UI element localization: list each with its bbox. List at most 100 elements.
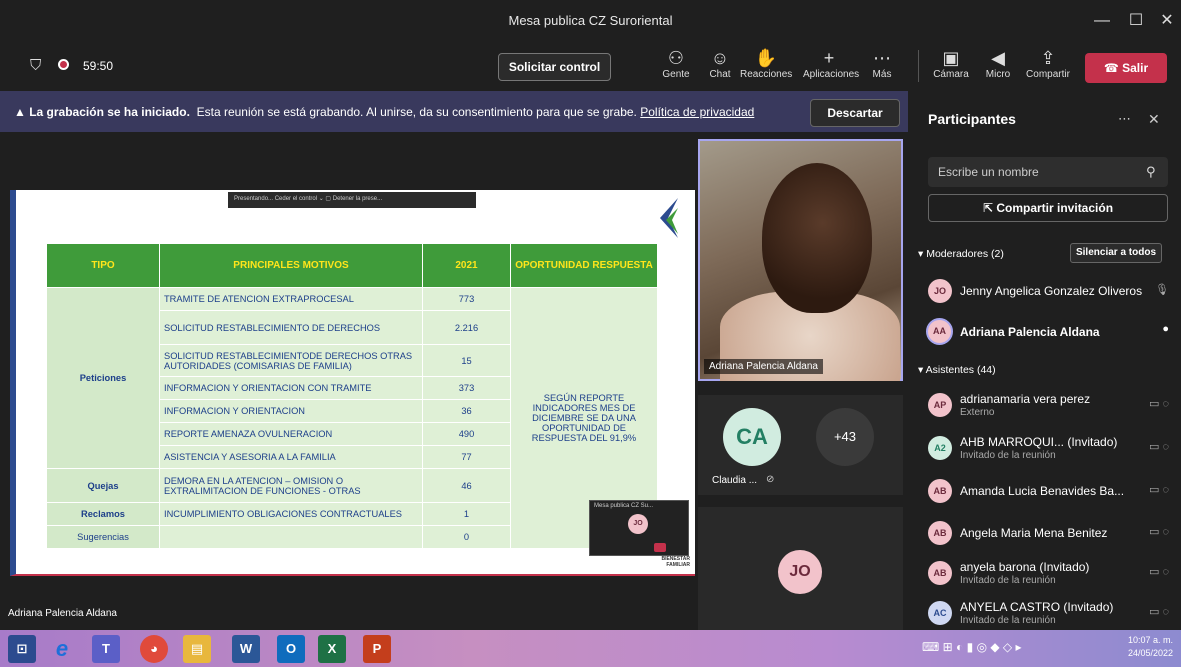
share-button[interactable]: ⇪ Compartir: [1022, 47, 1074, 87]
value-cell: 373: [422, 376, 511, 400]
participant-row[interactable]: AC ANYELA CASTRO (Invitado) Invitado de …: [925, 596, 1175, 628]
value-cell: 36: [422, 399, 511, 423]
chrome-icon[interactable]: ◕: [140, 635, 168, 663]
panel-close-icon[interactable]: ✕: [1148, 111, 1160, 128]
outlook-icon[interactable]: O: [277, 635, 305, 663]
mic-off-icon: 🎙: [1155, 284, 1169, 296]
header-2021: 2021: [422, 243, 511, 288]
excel-icon[interactable]: X: [318, 635, 346, 663]
more-button[interactable]: ⋯ Más: [856, 47, 908, 87]
camera-mic-off-icon: ▭ ◌: [1149, 526, 1169, 538]
chat-icon: ☺: [710, 48, 730, 68]
reactions-button[interactable]: ✋ Reacciones: [740, 47, 792, 87]
participant-row[interactable]: AA Adriana Palencia Aldana ●: [925, 314, 1175, 352]
dismiss-button[interactable]: Descartar: [810, 99, 900, 127]
share-invite-icon: ⇱: [982, 201, 997, 215]
header-tipo: TIPO: [46, 243, 160, 288]
tipo-quejas: Quejas: [46, 468, 160, 503]
avatar: JO: [928, 279, 952, 303]
value-cell: 77: [422, 445, 511, 469]
recording-icon: [58, 59, 69, 70]
more-label: Más: [872, 69, 892, 80]
moderators-header[interactable]: ▾ Moderadores (2): [918, 248, 1004, 260]
avatar: AC: [928, 601, 952, 625]
participant-row[interactable]: A2 AHB MARROQUI... (Invitado) Invitado d…: [925, 431, 1175, 469]
tipo-peticiones: Peticiones: [46, 287, 160, 469]
clock[interactable]: 10:07 a. m. 24/05/2022: [1128, 634, 1173, 660]
camera-mic-off-icon: ▭ ◌: [1149, 398, 1169, 410]
share-icon: ⇪: [1040, 48, 1056, 68]
mini-meeting-window[interactable]: Mesa publica CZ Su... JO: [589, 500, 689, 556]
participant-tile-jo[interactable]: JO: [698, 507, 903, 630]
system-tray-icons[interactable]: ⌨ ⊞ ◐ ▮ ◎ ◆ ◇ ▸: [922, 640, 1022, 654]
teams-icon[interactable]: T: [92, 635, 120, 663]
panel-more-icon[interactable]: ⋯: [1118, 111, 1131, 127]
participant-row[interactable]: AB Amanda Lucia Benavides Ba... ▭ ◌: [925, 474, 1175, 512]
powerpoint-icon[interactable]: P: [363, 635, 391, 663]
participant-video-face: [762, 163, 872, 313]
motivo-cell: INCUMPLIMIENTO OBLIGACIONES CONTRACTUALE…: [159, 502, 423, 526]
presenting-bar[interactable]: Presentando... Ceder el control ⌄ ▢ Dete…: [228, 192, 476, 208]
file-explorer-icon[interactable]: ▤: [183, 635, 211, 663]
logo-chevron-icon: [656, 198, 680, 242]
apps-icon: +: [823, 48, 835, 68]
share-invite-button[interactable]: ⇱ Compartir invitación: [928, 194, 1168, 222]
leave-button[interactable]: ☎ Salir: [1085, 53, 1167, 83]
value-cell: 1: [422, 502, 511, 526]
collapse-chevron-icon: ▾: [918, 364, 926, 376]
privacy-link[interactable]: Política de privacidad: [640, 105, 754, 119]
mini-hangup-icon[interactable]: [654, 543, 666, 552]
chat-label: Chat: [709, 69, 731, 80]
motivo-cell: SOLICITUD RESTABLECIMIENTODE DERECHOS OT…: [159, 344, 423, 377]
reactions-label: Reacciones: [740, 69, 793, 80]
apps-button[interactable]: + Aplicaciones: [803, 47, 859, 87]
avatar: AB: [928, 521, 952, 545]
attendees-header[interactable]: ▾ Asistentes (44): [918, 364, 996, 376]
search-icon: ⚲: [1146, 164, 1156, 179]
start-icon[interactable]: ⊡: [8, 635, 36, 663]
value-cell: 2.216: [422, 310, 511, 345]
participant-row[interactable]: AB Angela Maria Mena Benitez ▭ ◌: [925, 516, 1175, 554]
avatar: AP: [928, 393, 952, 417]
participant-name: ANYELA CASTRO (Invitado): [960, 600, 1114, 614]
main-video-tile[interactable]: Adriana Palencia Aldana: [698, 139, 903, 381]
clock-date: 24/05/2022: [1128, 648, 1174, 658]
camera-off-icon: ▣: [942, 48, 960, 68]
more-participants[interactable]: +43: [816, 408, 874, 466]
tipo-reclamos: Reclamos: [46, 502, 160, 526]
participant-name: adrianamaria vera perez: [960, 392, 1091, 406]
participant-row[interactable]: AP adrianamaria vera perez Externo ▭ ◌: [925, 388, 1175, 426]
minimize-button[interactable]: —: [1088, 10, 1116, 32]
participant-row[interactable]: JO Jenny Angelica Gonzalez Oliveros 🎙: [925, 274, 1175, 312]
toolbar-divider: [918, 50, 919, 82]
mute-all-button[interactable]: Silenciar a todos: [1070, 243, 1162, 263]
edge-icon[interactable]: e: [48, 635, 76, 663]
participant-row[interactable]: AB anyela barona (Invitado) Invitado de …: [925, 556, 1175, 594]
motivo-cell: REPORTE AMENAZA OVULNERACION: [159, 422, 423, 446]
windows-taskbar: ⊡ e T ◕ ▤ W O X P ⌨ ⊞ ◐ ▮ ◎ ◆ ◇ ▸ 10:07 …: [0, 630, 1181, 667]
presenter-label: Adriana Palencia Aldana: [4, 605, 121, 622]
window-title: Mesa publica CZ Suroriental: [508, 13, 673, 28]
motivo-cell: INFORMACION Y ORIENTACION: [159, 399, 423, 423]
motivo-cell: INFORMACION Y ORIENTACION CON TRAMITE: [159, 376, 423, 400]
participant-tile-ca[interactable]: CA +43 Claudia ... ⊘: [698, 395, 903, 495]
phone-hangup-icon: ☎: [1103, 61, 1123, 75]
maximize-button[interactable]: ☐: [1122, 10, 1150, 32]
participant-name: Adriana Palencia Aldana: [960, 325, 1100, 339]
camera-label: Cámara: [933, 69, 969, 80]
mic-button[interactable]: ◀ Micro: [972, 47, 1024, 87]
participant-search-input[interactable]: Escribe un nombre: [928, 157, 1168, 187]
more-icon: ⋯: [873, 48, 891, 68]
video-name-label: Adriana Palencia Aldana: [704, 359, 823, 374]
chat-button[interactable]: ☺ Chat: [694, 47, 746, 87]
participant-name: anyela barona (Invitado): [960, 560, 1090, 574]
camera-button[interactable]: ▣ Cámara: [925, 47, 977, 87]
close-window-button[interactable]: ✕: [1153, 10, 1181, 32]
word-icon[interactable]: W: [232, 635, 260, 663]
participant-subtitle: Invitado de la reunión: [960, 615, 1056, 626]
request-control-button[interactable]: Solicitar control: [498, 53, 611, 81]
motivo-cell: DEMORA EN LA ATENCION – OMISION O EXTRAL…: [159, 468, 423, 503]
warning-icon: ▲: [14, 105, 30, 119]
avatar: AB: [928, 561, 952, 585]
avatar: AA: [926, 318, 953, 345]
